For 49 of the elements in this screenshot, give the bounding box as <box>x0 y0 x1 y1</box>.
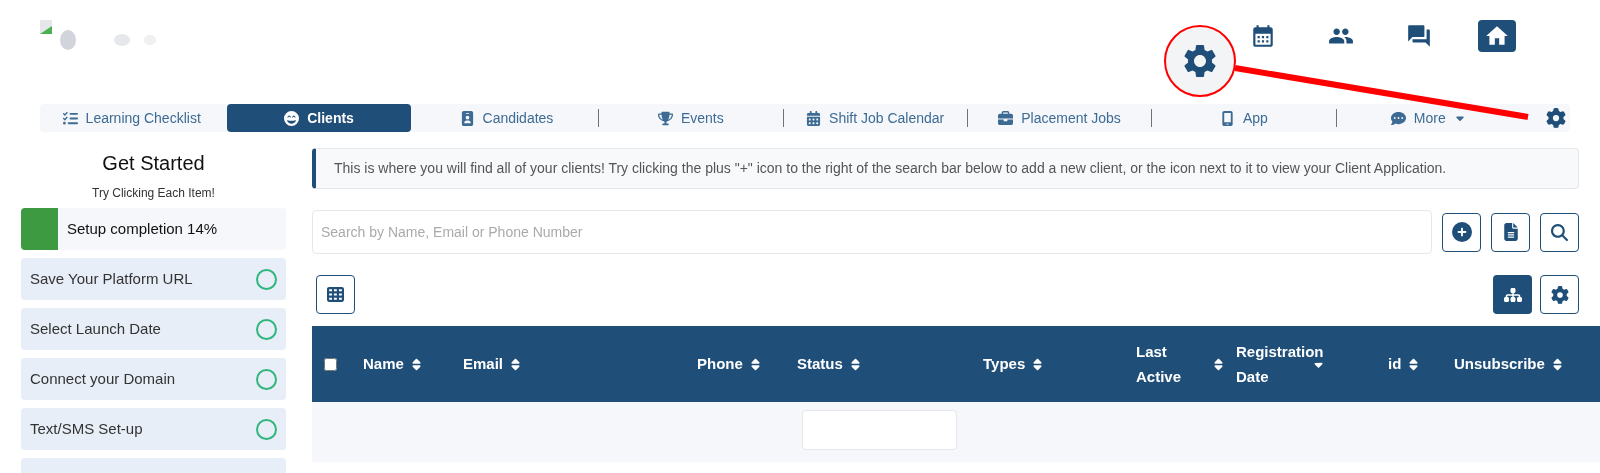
column-header[interactable]: Types <box>983 352 1136 376</box>
nav-tab[interactable]: More <box>1336 104 1520 132</box>
document-button[interactable] <box>1491 212 1530 252</box>
column-header[interactable]: Email <box>463 352 697 376</box>
progress-label: Setup completion 14% <box>67 218 218 239</box>
nav-tab[interactable]: Shift Job Calendar <box>783 104 967 132</box>
column-header[interactable]: Last Active <box>1136 339 1236 389</box>
column-header[interactable]: id <box>1388 352 1454 376</box>
calendar-icon <box>806 110 822 126</box>
checklist-item[interactable]: Text/SMS Set-up <box>21 408 286 450</box>
add-button[interactable] <box>1442 212 1481 252</box>
hierarchy-icon <box>1503 285 1522 304</box>
nav-tab[interactable]: Candidates <box>414 104 599 132</box>
select-all-checkbox[interactable] <box>324 357 337 371</box>
trophy-icon <box>657 110 673 126</box>
plus-icon <box>1451 222 1472 242</box>
hierarchy-button[interactable] <box>1493 275 1532 314</box>
face-icon <box>284 110 300 126</box>
checklist-item[interactable]: Connect your Domain <box>21 358 286 400</box>
phone-icon <box>1219 110 1235 126</box>
settings-button[interactable] <box>1540 275 1579 314</box>
nav-tab[interactable]: Placement Jobs <box>967 104 1152 132</box>
column-header[interactable]: Unsubscribe <box>1454 352 1564 376</box>
settings-icon <box>1550 285 1569 304</box>
badge-icon <box>459 110 475 126</box>
briefcase-icon <box>998 110 1014 126</box>
column-header[interactable]: Name <box>363 352 463 376</box>
checklist-item[interactable]: Save Your Platform URL <box>21 258 286 300</box>
nav-tab[interactable]: Learning Checklist <box>40 104 224 132</box>
search-button[interactable] <box>1540 212 1579 252</box>
nav-tab[interactable]: Events <box>599 104 783 132</box>
column-header[interactable]: Registration Date <box>1236 339 1388 389</box>
settings-icon[interactable] <box>1546 108 1566 128</box>
checklist-item[interactable]: Select Launch Date <box>21 308 286 350</box>
checklist-icon <box>62 110 78 126</box>
home-icon[interactable] <box>1478 20 1516 52</box>
message-icon <box>1390 110 1406 126</box>
sidebar-title: Get Started <box>101 151 206 176</box>
search-field[interactable]: Search by Name, Email or Phone Number <box>312 210 1432 254</box>
table-icon <box>327 286 344 303</box>
table-copy-button[interactable] <box>316 275 355 314</box>
sidebar-subtitle: Try Clicking Each Item! <box>91 185 216 202</box>
search-icon <box>1551 223 1568 241</box>
column-header[interactable]: Phone <box>697 352 797 376</box>
document-icon <box>1501 223 1520 241</box>
nav-tab[interactable]: App <box>1152 104 1336 132</box>
column-header[interactable]: Status <box>797 352 983 376</box>
info-message: This is where you will find all of your clients! Try clicking the plus "+" icon to the right of the search bar below to add a new client, or the icon next to it to view your Client Application. <box>312 148 1579 189</box>
nav-tab[interactable]: Clients <box>227 104 411 132</box>
